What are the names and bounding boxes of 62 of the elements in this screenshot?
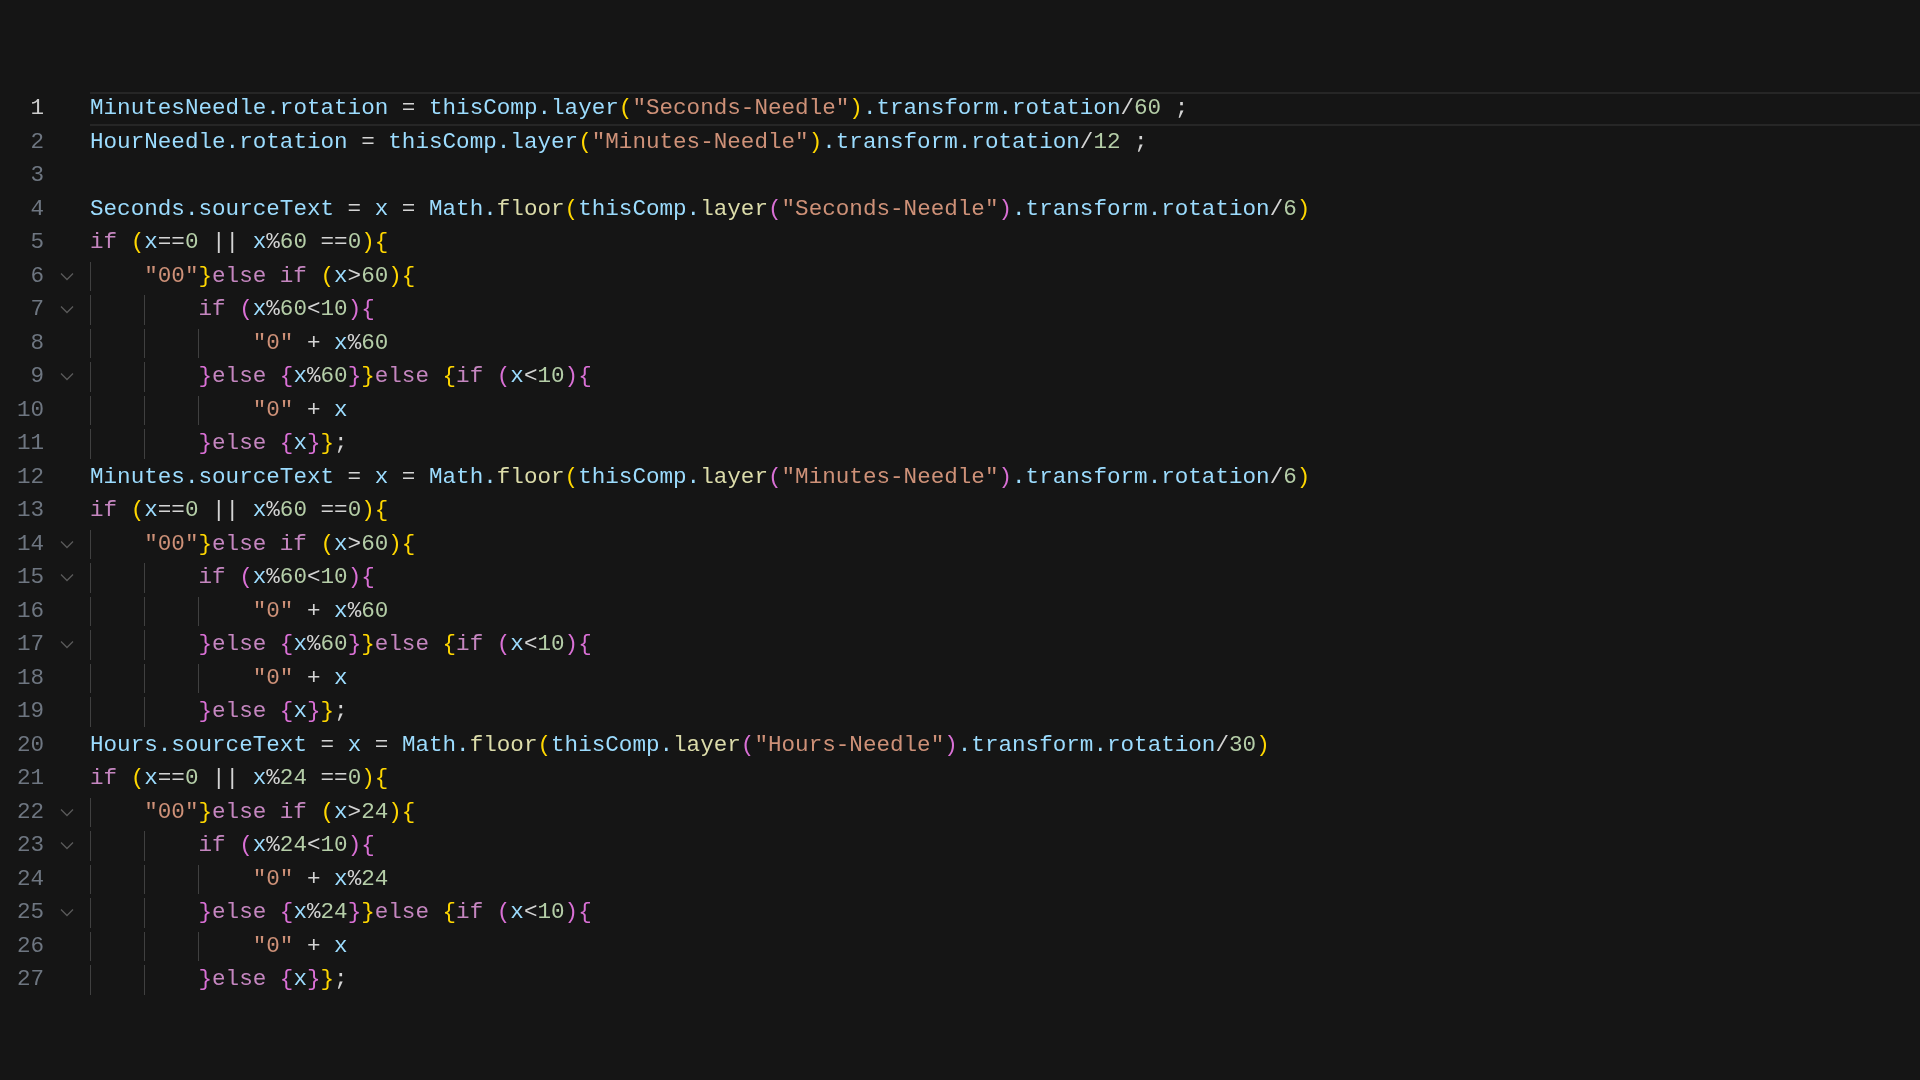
line-number: 14 [15,532,44,556]
chevron-icon[interactable] [60,372,74,382]
line-number: 2 [29,130,44,154]
code-line: HourNeedle.rotation = thisComp.layer("Minutes-Needle").transform.rotation/12 ; [90,128,1148,156]
line-number: 7 [29,298,44,322]
chevron-icon[interactable] [60,539,74,549]
code-line: "00"}else if (x>24){ [144,798,416,826]
code-line: Minutes.sourceText = x = Math.floor(thisComp.layer("Minutes-Needle").transform.rotation/6) [90,463,1311,491]
line-number: 26 [15,934,44,958]
line-number: 18 [15,666,44,690]
code-line: if (x%60<10){ [198,564,375,592]
code-line: "0" + x [252,932,348,960]
line-number: 15 [15,566,44,590]
line-number: 23 [15,834,44,858]
line-number: 11 [15,432,44,456]
chevron-icon[interactable] [60,640,74,650]
code-line: Seconds.sourceText = x = Math.floor(thisComp.layer("Seconds-Needle").transform.rotation/6) [90,195,1311,223]
line-number: 25 [15,901,44,925]
chevron-icon[interactable] [60,841,74,851]
line-number: 22 [15,800,44,824]
code-line: if (x==0 || x%60 ==0){ [90,229,389,257]
line-number: 12 [15,465,44,489]
code-line: }else {x}}; [198,698,348,726]
line-number: 5 [29,231,44,255]
chevron-icon[interactable] [60,807,74,817]
line-number: 8 [29,331,44,355]
line-number: 16 [15,599,44,623]
line-number: 27 [15,968,44,992]
chevron-icon[interactable] [60,908,74,918]
code-line: if (x==0 || x%24 ==0){ [90,765,389,793]
code-line: "0" + x [252,396,348,424]
code-line: "00"}else if (x>60){ [144,530,416,558]
code-line: if (x%24<10){ [198,832,375,860]
line-number: 4 [29,197,44,221]
line-number: 19 [15,700,44,724]
line-number: 21 [15,767,44,791]
chevron-icon[interactable] [60,573,74,583]
line-number: 13 [15,499,44,523]
code-line: }else {x}}; [198,430,348,458]
line-number: 1 [29,97,44,121]
code-line: "0" + x%24 [252,865,389,893]
line-number: 9 [29,365,44,389]
code-line: "00"}else if (x>60){ [144,262,416,290]
line-number: 24 [15,867,44,891]
code-line: "0" + x%60 [252,597,389,625]
code-line: MinutesNeedle.rotation = thisComp.layer("Seconds-Needle").transform.rotation/60 ; [90,95,1189,123]
line-number: 6 [29,264,44,288]
code-line: }else {x%24}}else {if (x<10){ [198,899,592,927]
code-line: "0" + x [252,664,348,692]
code-line: }else {x}}; [198,966,348,994]
code-line: if (x%60<10){ [198,296,375,324]
code-line: }else {x%60}}else {if (x<10){ [198,363,592,391]
line-number: 10 [15,398,44,422]
chevron-icon[interactable] [60,271,74,281]
code-line: if (x==0 || x%60 ==0){ [90,497,389,525]
chevron-icon[interactable] [60,305,74,315]
code-line: }else {x%60}}else {if (x<10){ [198,631,592,659]
line-number: 20 [15,733,44,757]
code-line: "0" + x%60 [252,329,389,357]
line-number: 17 [15,633,44,657]
code-line: Hours.sourceText = x = Math.floor(thisComp.layer("Hours-Needle").transform.rotation/30) [90,731,1270,759]
line-number: 3 [29,164,44,188]
